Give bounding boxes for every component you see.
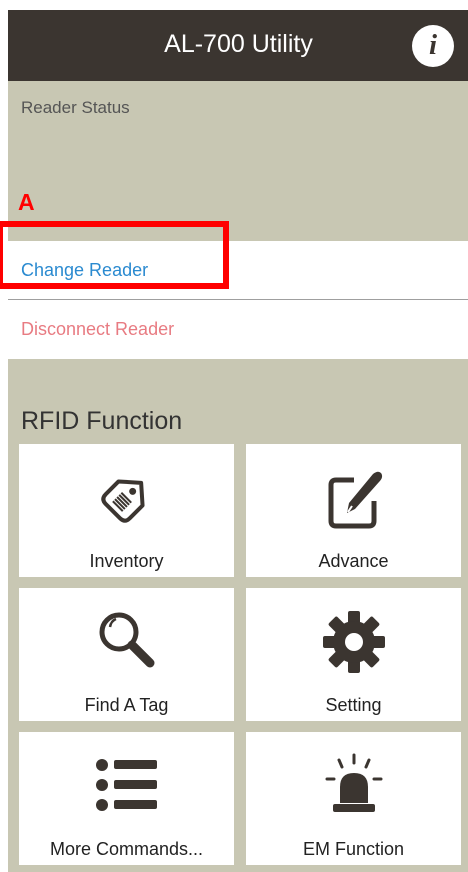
list-icon xyxy=(95,759,157,811)
edit-icon xyxy=(328,471,382,529)
gear-icon xyxy=(322,611,385,673)
more-commands-label: More Commands... xyxy=(49,839,204,859)
app-title: AL-700 Utility xyxy=(164,30,313,58)
em-function-tile[interactable]: EM Function xyxy=(246,732,461,865)
app-screen: AL-700 Utility i Reader Status Change Re… xyxy=(8,10,468,872)
more-commands-tile[interactable]: More Commands... xyxy=(19,732,234,865)
setting-label: Setting xyxy=(325,695,382,715)
app-bar: AL-700 Utility i xyxy=(8,10,468,81)
em-function-label: EM Function xyxy=(302,839,405,859)
advance-label: Advance xyxy=(318,551,389,571)
info-icon[interactable]: i xyxy=(412,25,454,67)
magnifier-icon xyxy=(99,612,154,668)
reader-status-label: Reader Status xyxy=(21,98,130,117)
annotation-highlight-box xyxy=(0,221,229,289)
advance-tile[interactable]: Advance xyxy=(246,444,461,577)
disconnect-reader-button[interactable]: Disconnect Reader xyxy=(8,300,468,358)
rfid-function-title: RFID Function xyxy=(21,407,183,435)
setting-tile[interactable]: Setting xyxy=(246,588,461,721)
inventory-label: Inventory xyxy=(89,551,164,571)
inventory-tile[interactable]: Inventory xyxy=(19,444,234,577)
find-a-tag-tile[interactable]: Find A Tag xyxy=(19,588,234,721)
disconnect-reader-label: Disconnect Reader xyxy=(21,319,175,339)
annotation-marker: A xyxy=(18,189,35,215)
tag-icon xyxy=(100,479,145,523)
find-a-tag-label: Find A Tag xyxy=(84,695,169,715)
alarm-light-icon xyxy=(325,753,382,812)
